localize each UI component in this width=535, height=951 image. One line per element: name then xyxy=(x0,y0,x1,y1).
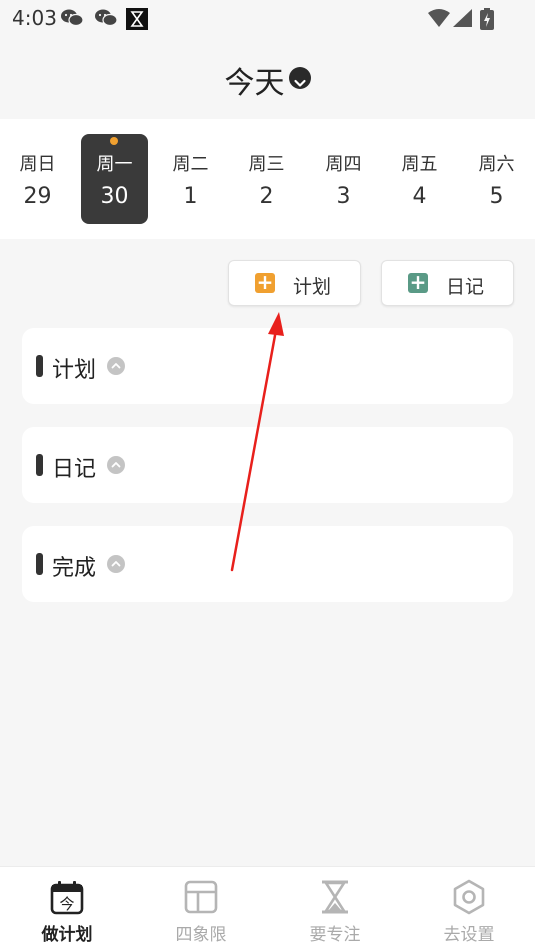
tab-focus[interactable]: 要专注 xyxy=(268,867,402,951)
tab-label: 四象限 xyxy=(175,925,227,945)
annotation-arrow xyxy=(230,312,284,572)
tab-label: 做计划 xyxy=(41,925,93,945)
tab-settings[interactable]: 去设置 xyxy=(402,867,535,951)
tab-label: 要专注 xyxy=(309,925,361,945)
tab-label: 去设置 xyxy=(443,925,495,945)
hourglass-icon xyxy=(322,880,348,914)
tab-plan[interactable]: 今 做计划 xyxy=(0,867,134,951)
bottom-tab-bar: 今 做计划 四象限 要专注 去设置 xyxy=(0,866,535,951)
settings-hexagon-icon xyxy=(453,879,485,915)
quadrant-layout-icon xyxy=(184,880,218,914)
tab-quadrant[interactable]: 四象限 xyxy=(134,867,268,951)
calendar-today-icon: 今 xyxy=(50,881,84,915)
calendar-icon-glyph: 今 xyxy=(59,895,74,913)
